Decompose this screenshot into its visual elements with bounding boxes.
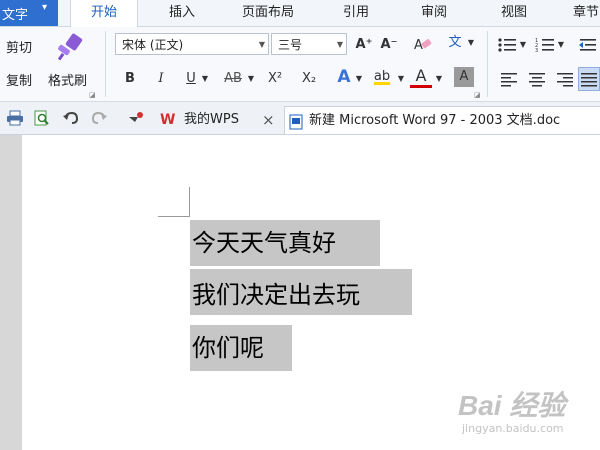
shrink-font-icon[interactable]: A⁻ xyxy=(379,35,399,55)
document-tab-bar: W 我的WPS × 新建 Microsoft Word 97 - 2003 文档… xyxy=(0,102,600,135)
customize-quick-access-icon[interactable] xyxy=(126,110,144,126)
tab-my-wps[interactable]: W 我的WPS × xyxy=(158,106,280,134)
clear-format-icon[interactable]: A xyxy=(412,35,434,55)
app-menu-button[interactable]: 文字 ▾ xyxy=(0,0,58,26)
ribbon-tab-bar: 文字 ▾ 开始 插入 页面布局 引用 审阅 视图 章节 xyxy=(0,0,600,27)
watermark-url: jingyan.baidu.com xyxy=(462,422,564,435)
clipboard-dialog-launcher-icon[interactable]: ◪ xyxy=(89,91,96,99)
phonetic-guide-icon[interactable]: 文 xyxy=(444,33,466,53)
tab-page-layout[interactable]: 页面布局 xyxy=(228,0,308,26)
baidu-jingyan-watermark: Bai 经验 jingyan.baidu.com xyxy=(440,384,590,440)
bold-button[interactable]: B xyxy=(120,69,140,89)
character-shading-icon[interactable]: A xyxy=(454,67,474,87)
chevron-down-icon[interactable]: ▼ xyxy=(396,69,406,89)
tab-references[interactable]: 引用 xyxy=(328,0,384,26)
svg-text:A: A xyxy=(414,38,423,53)
ribbon-home-panel: 剪切 复制 格式刷 ◪ 宋体 (正文) ▼ 三号 ▼ A⁺ A⁻ A 文 ▼ B… xyxy=(0,27,600,102)
chevron-down-icon[interactable]: ▼ xyxy=(556,35,566,55)
decrease-indent-icon[interactable] xyxy=(578,37,596,53)
chevron-down-icon: ▼ xyxy=(336,40,343,49)
word-document-icon xyxy=(289,113,303,130)
tab-view[interactable]: 视图 xyxy=(486,0,542,26)
margin-corner-mark xyxy=(158,216,190,217)
svg-text:3: 3 xyxy=(535,48,538,53)
print-icon[interactable] xyxy=(6,110,24,126)
group-separator xyxy=(105,31,106,97)
font-family-select[interactable]: 宋体 (正文) ▼ xyxy=(115,33,269,55)
tab-review[interactable]: 审阅 xyxy=(406,0,462,26)
font-size-select[interactable]: 三号 ▼ xyxy=(271,33,347,55)
document-tab-title: 新建 Microsoft Word 97 - 2003 文档.doc xyxy=(309,113,561,128)
justify-icon[interactable] xyxy=(578,67,600,91)
strikethrough-button[interactable]: AB xyxy=(220,69,246,89)
watermark-logo: Bai 经验 xyxy=(458,390,566,421)
grow-font-icon[interactable]: A⁺ xyxy=(354,35,374,55)
copy-button[interactable]: 复制 xyxy=(6,70,32,89)
format-painter-icon[interactable] xyxy=(54,33,86,61)
chevron-down-icon[interactable]: ▼ xyxy=(434,69,444,89)
tab-section[interactable]: 章节 xyxy=(566,0,600,26)
chevron-down-icon[interactable]: ▼ xyxy=(354,69,364,89)
align-center-icon[interactable] xyxy=(528,71,546,87)
bullet-list-icon[interactable] xyxy=(497,37,517,53)
document-text-line[interactable]: 我们决定出去玩 xyxy=(192,272,360,318)
page-left-gutter xyxy=(0,135,22,450)
format-painter-button[interactable]: 格式刷 xyxy=(48,70,87,89)
chevron-down-icon[interactable]: ▼ xyxy=(466,33,476,53)
print-preview-icon[interactable] xyxy=(33,110,51,126)
wps-logo-icon: W xyxy=(160,112,176,128)
superscript-button[interactable]: X² xyxy=(262,69,288,89)
italic-button[interactable]: I xyxy=(151,69,171,89)
highlight-icon[interactable]: ab xyxy=(370,67,394,87)
my-wps-label: 我的WPS xyxy=(184,112,239,127)
document-text-line[interactable]: 今天天气真好 xyxy=(192,220,336,266)
tab-document[interactable]: 新建 Microsoft Word 97 - 2003 文档.doc xyxy=(284,106,600,134)
font-dialog-launcher-icon[interactable]: ◪ xyxy=(474,91,481,99)
chevron-down-icon: ▼ xyxy=(258,40,265,49)
numbered-list-icon[interactable]: 1 2 3 xyxy=(535,37,555,54)
group-separator xyxy=(487,31,488,97)
app-menu-label: 文字 xyxy=(2,8,29,23)
chevron-down-icon[interactable]: ▼ xyxy=(518,35,528,55)
chevron-down-icon[interactable]: ▼ xyxy=(246,69,256,89)
tab-home[interactable]: 开始 xyxy=(70,0,138,27)
text-effect-icon[interactable]: A xyxy=(334,67,354,87)
font-color-icon[interactable]: A xyxy=(410,67,432,88)
font-size-value: 三号 xyxy=(278,38,303,52)
subscript-button[interactable]: X₂ xyxy=(296,69,322,89)
chevron-down-icon: ▾ xyxy=(42,2,48,13)
underline-button[interactable]: U xyxy=(182,69,200,89)
chevron-down-icon[interactable]: ▼ xyxy=(200,69,210,89)
cut-button[interactable]: 剪切 xyxy=(6,37,32,56)
align-right-icon[interactable] xyxy=(556,71,574,87)
tab-insert[interactable]: 插入 xyxy=(152,0,212,26)
font-family-value: 宋体 (正文) xyxy=(122,38,184,52)
align-left-icon[interactable] xyxy=(500,71,518,87)
redo-icon[interactable] xyxy=(90,110,108,126)
close-icon[interactable]: × xyxy=(262,106,275,134)
document-text-line[interactable]: 你们呢 xyxy=(192,325,264,371)
undo-icon[interactable] xyxy=(62,110,80,126)
margin-corner-mark xyxy=(189,187,190,217)
